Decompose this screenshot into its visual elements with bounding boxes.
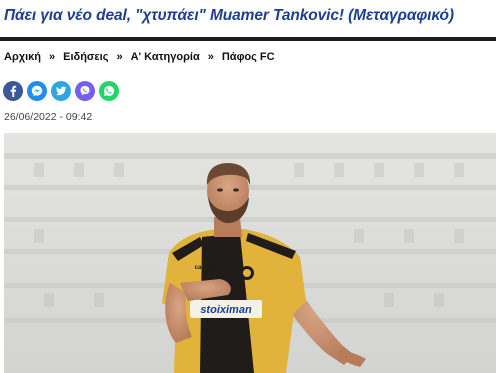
messenger-icon: [31, 85, 43, 97]
svg-text:stoiximan: stoiximan: [200, 304, 252, 316]
title-divider: [0, 37, 496, 41]
whatsapp-icon: [104, 85, 115, 96]
breadcrumb-team[interactable]: Πάφος FC: [222, 51, 275, 63]
article-title: Πάει για νέο deal, "χτυπάει" Muamer Tank…: [4, 7, 454, 24]
viber-icon: [80, 86, 90, 96]
article-photo: stoiximan capelli: [4, 133, 496, 373]
breadcrumb-news[interactable]: Ειδήσεις: [63, 51, 108, 63]
breadcrumb-home[interactable]: Αρχική: [4, 51, 41, 63]
breadcrumb-separator: »: [49, 51, 56, 63]
player-celebration-image: stoiximan capelli: [4, 133, 496, 373]
share-buttons: [3, 81, 119, 101]
twitter-icon: [55, 86, 67, 96]
svg-text:capelli: capelli: [195, 265, 214, 271]
publish-date: 26/06/2022 - 09:42: [4, 111, 93, 123]
breadcrumb-category[interactable]: Α' Κατηγορία: [131, 51, 200, 63]
messenger-share-button[interactable]: [27, 81, 47, 101]
facebook-icon: [10, 85, 17, 97]
facebook-share-button[interactable]: [3, 81, 23, 101]
breadcrumb-separator: »: [116, 51, 123, 63]
breadcrumb: Αρχική » Ειδήσεις » Α' Κατηγορία » Πάφος…: [4, 51, 275, 63]
viber-share-button[interactable]: [75, 81, 95, 101]
breadcrumb-separator: »: [207, 51, 214, 63]
twitter-share-button[interactable]: [51, 81, 71, 101]
whatsapp-share-button[interactable]: [99, 81, 119, 101]
